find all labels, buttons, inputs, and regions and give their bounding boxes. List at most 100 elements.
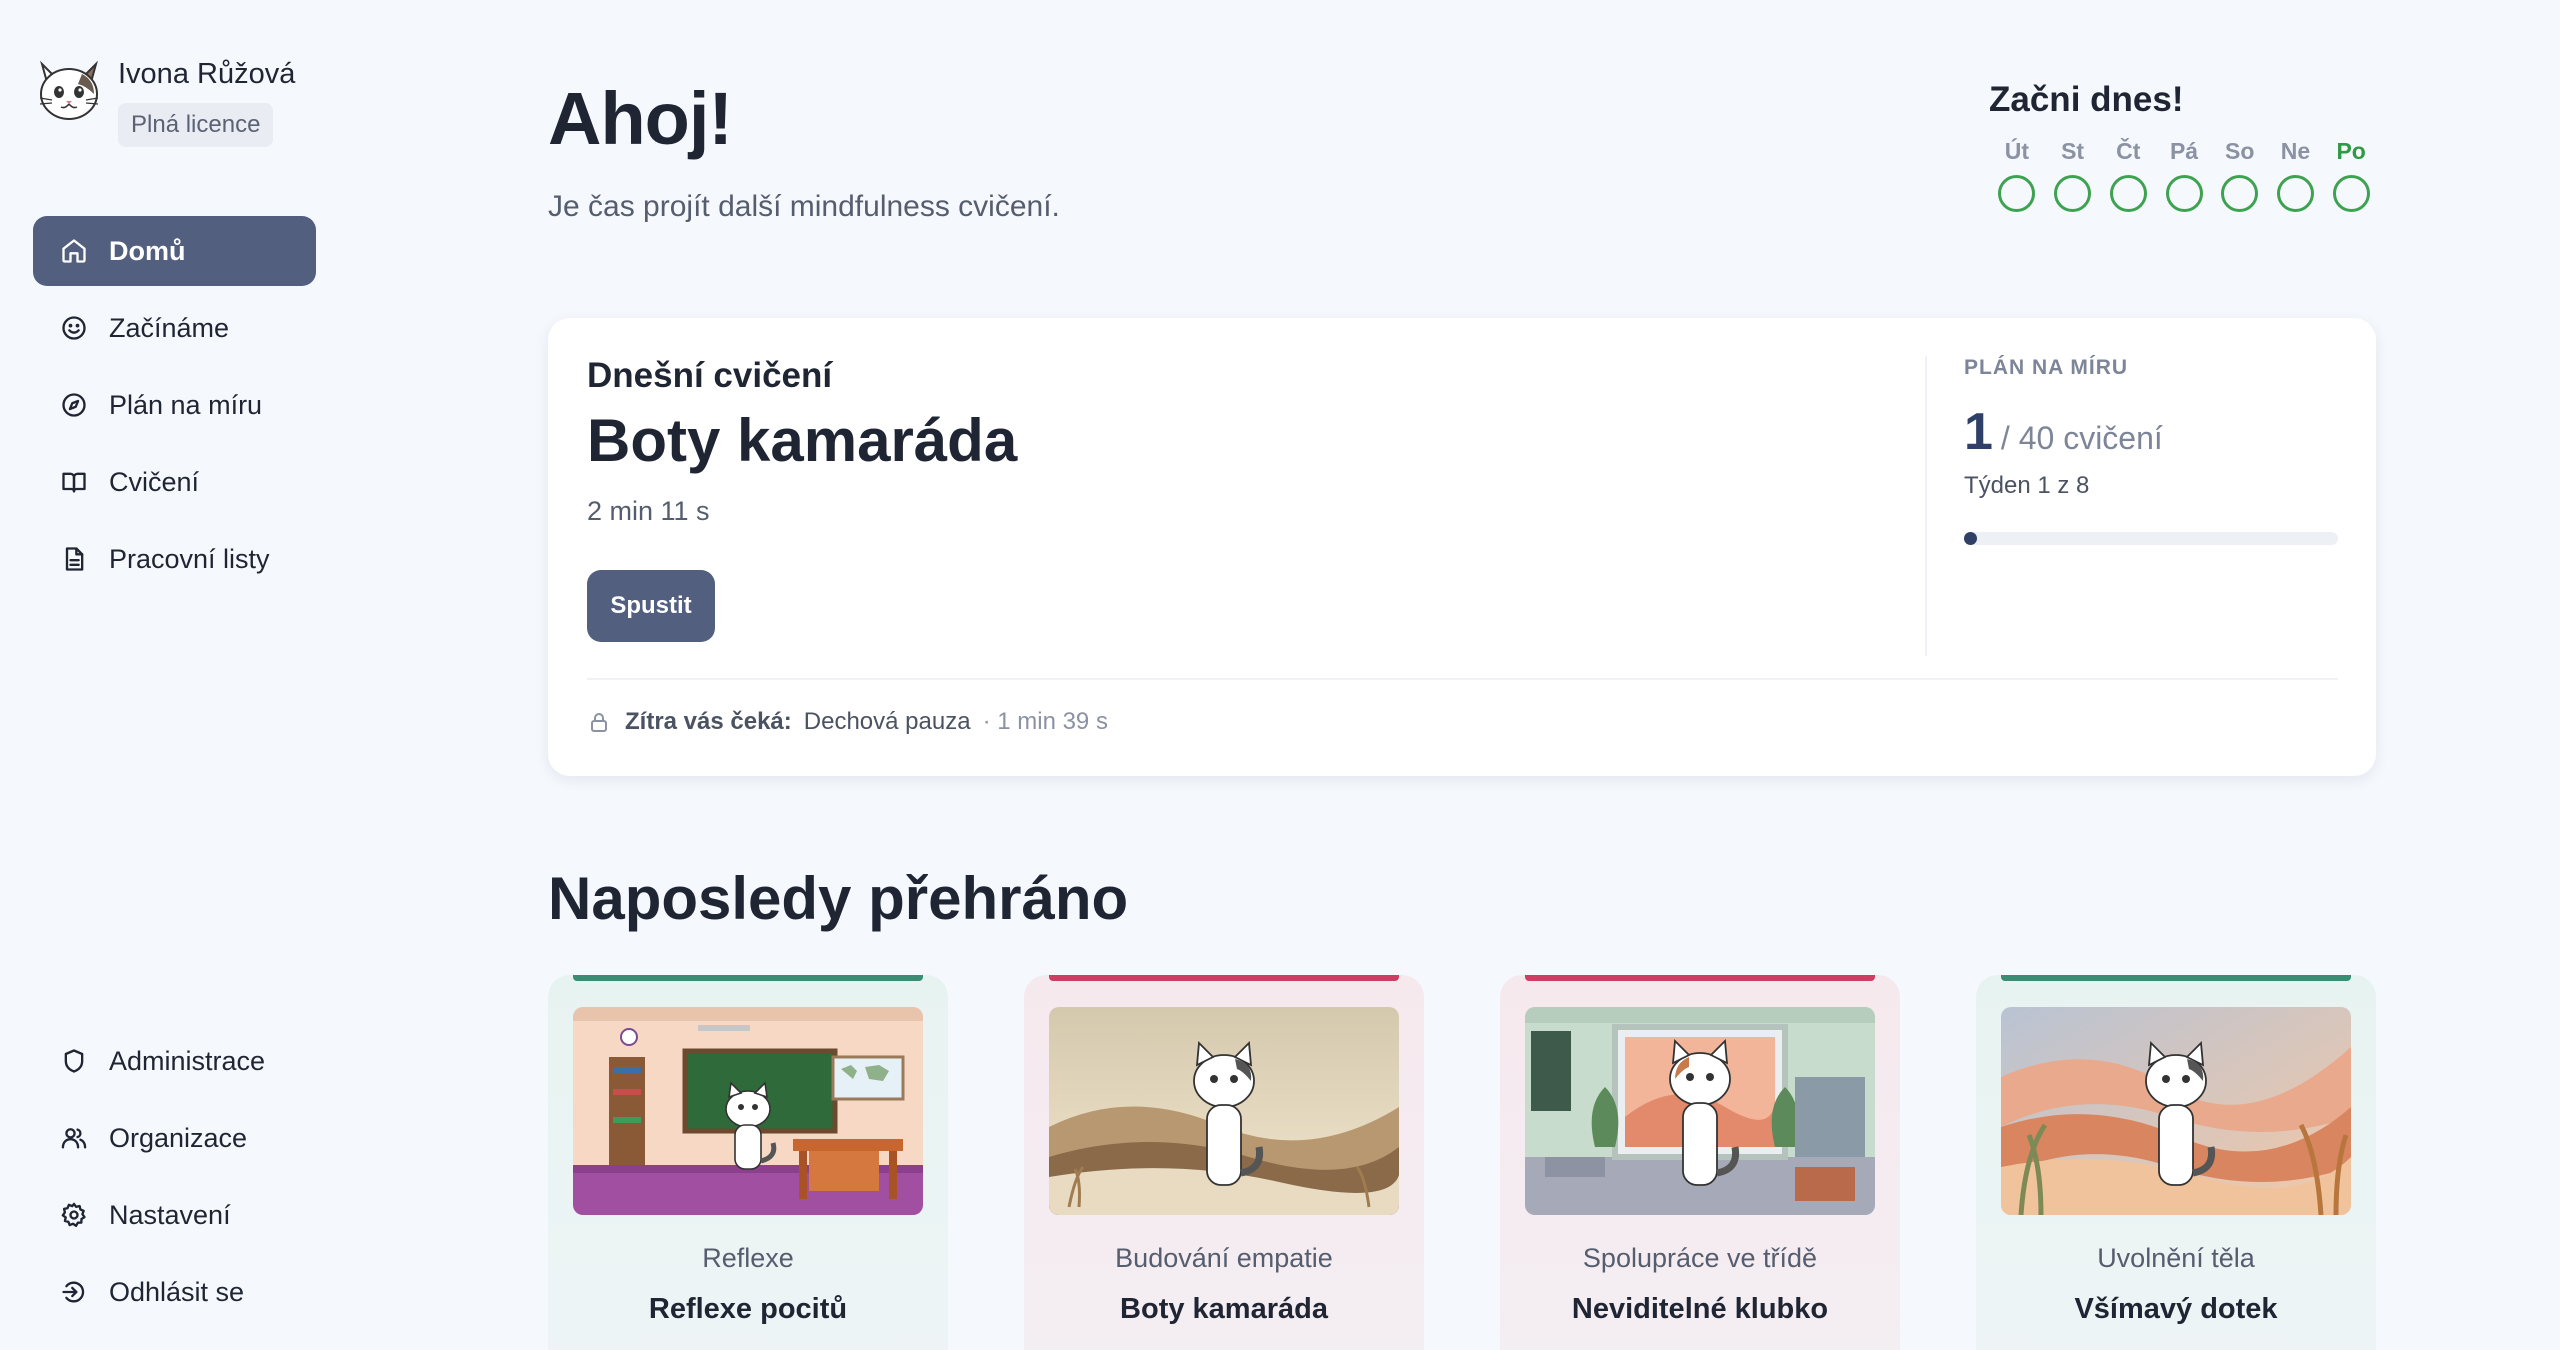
nav-label: Odhlásit se: [109, 1276, 245, 1307]
exercise-category: Uvolnění těla: [2097, 1243, 2255, 1273]
nav-item-organization[interactable]: Organizace: [33, 1103, 316, 1173]
exercise-name: Všímavý dotek: [2074, 1293, 2278, 1325]
today-label: Dnešní cvičení: [587, 356, 833, 395]
nav-label: Plán na míru: [109, 389, 263, 420]
day-label: Pá: [2169, 138, 2199, 164]
nav-label: Domů: [109, 235, 186, 266]
page-subtitle: Je čas projít další mindfulness cvičení.: [548, 190, 1060, 223]
streak-days: Út St Čt Pá So Ne Po: [1989, 138, 2379, 212]
nav-item-settings[interactable]: Nastavení: [33, 1180, 316, 1250]
page-title: Ahoj!: [548, 77, 733, 160]
day-label: Út: [2004, 138, 2029, 164]
exercise-card[interactable]: Reflexe Reflexe pocitů: [548, 975, 948, 1350]
plan-label: PLÁN NA MÍRU: [1964, 356, 2129, 379]
progress-fill: [1964, 532, 1977, 545]
streak-day: Út: [1989, 138, 2045, 212]
nav-label: Cvičení: [109, 466, 200, 497]
nav-item-logout[interactable]: Odhlásit se: [33, 1257, 316, 1327]
divider: [1925, 356, 1927, 656]
secondary-nav: Administrace Organizace Nastavení Odhlás…: [33, 1026, 316, 1334]
day-label: Ne: [2280, 138, 2311, 164]
play-button[interactable]: Spustit: [587, 570, 715, 642]
book-icon: [59, 467, 89, 497]
smile-icon: [59, 313, 89, 343]
nav-item-worksheets[interactable]: Pracovní listy: [33, 524, 316, 594]
exercise-thumbnail: [2001, 1007, 2351, 1215]
nav-item-administration[interactable]: Administrace: [33, 1026, 316, 1096]
day-indicator: [2221, 175, 2259, 212]
document-icon: [59, 544, 89, 574]
exercise-card[interactable]: Budování empatie Boty kamaráda: [1024, 975, 1424, 1350]
day-indicator: [2109, 175, 2147, 212]
plan-current: 1: [1964, 403, 1993, 461]
day-label: Čt: [2116, 138, 2141, 164]
day-label: Po: [2336, 138, 2366, 164]
tomorrow-title: Dechová pauza: [803, 708, 971, 735]
exercise-card[interactable]: Uvolnění těla Všímavý dotek: [1976, 975, 2376, 1350]
logout-icon: [59, 1277, 89, 1307]
exercise-category: Budování empatie: [1115, 1243, 1333, 1273]
users-icon: [59, 1123, 89, 1153]
plan-total: / 40 cvičení: [2000, 420, 2163, 456]
nav-item-exercises[interactable]: Cvičení: [33, 447, 316, 517]
exercise-thumbnail: [1525, 1007, 1875, 1215]
day-indicator: [2054, 175, 2092, 212]
exercise-name: Neviditelné klubko: [1571, 1293, 1829, 1325]
exercise-card[interactable]: Spolupráce ve třídě Neviditelné klubko: [1500, 975, 1900, 1350]
nav-label: Začínáme: [109, 312, 230, 343]
day-indicator: [2332, 175, 2370, 212]
gear-icon: [59, 1200, 89, 1230]
exercise-thumbnail: [573, 1007, 923, 1215]
exercise-name: Boty kamaráda: [1120, 1293, 1328, 1325]
category-accent: [573, 975, 923, 981]
plan-progress: PLÁN NA MÍRU 1 / 40 cvičení Týden 1 z 8: [1964, 356, 2338, 545]
user-profile[interactable]: Ivona Růžová Plná licence: [34, 56, 295, 147]
tomorrow-preview: Zítra vás čeká: Dechová pauza · 1 min 39…: [587, 708, 1108, 736]
category-accent: [1049, 975, 1399, 981]
license-badge: Plná licence: [118, 103, 274, 147]
divider: [587, 678, 2338, 680]
nav-item-custom-plan[interactable]: Plán na míru: [33, 370, 316, 440]
recent-list: Reflexe Reflexe pocitů Budování empatie …: [548, 975, 2378, 1350]
lock-icon: [591, 713, 607, 732]
streak-day: So: [2212, 138, 2268, 212]
section-title: Naposledy přehráno: [548, 865, 1129, 932]
day-indicator: [2276, 175, 2314, 212]
day-label: So: [2225, 138, 2255, 164]
tomorrow-label: Zítra vás čeká:: [625, 708, 792, 735]
nav-item-getting-started[interactable]: Začínáme: [33, 293, 316, 363]
nav-item-home[interactable]: Domů: [33, 216, 316, 286]
shield-icon: [59, 1046, 89, 1076]
exercise-thumbnail: [1049, 1007, 1399, 1215]
day-label: St: [2061, 138, 2085, 164]
home-icon: [59, 236, 89, 266]
streak-title: Začni dnes!: [1989, 80, 2184, 119]
streak-day: Ne: [2268, 138, 2324, 212]
exercise-category: Spolupráce ve třídě: [1582, 1243, 1818, 1273]
exercise-category: Reflexe: [702, 1243, 794, 1273]
progress-bar: [1964, 532, 2338, 545]
sidebar: Ivona Růžová Plná licence Domů Začínáme …: [0, 0, 340, 1350]
main-nav: Domů Začínáme Plán na míru Cvičení Praco…: [33, 216, 316, 601]
day-indicator: [2165, 175, 2203, 212]
today-exercise-card: Dnešní cvičení Boty kamaráda 2 min 11 s …: [548, 318, 2376, 776]
streak-day: St: [2045, 138, 2101, 212]
exercise-title: Boty kamaráda: [587, 407, 1018, 474]
nav-label: Organizace: [109, 1122, 248, 1153]
exercise-duration: 2 min 11 s: [587, 496, 710, 526]
streak-day: Čt: [2100, 138, 2156, 212]
nav-label: Administrace: [109, 1045, 266, 1076]
nav-label: Nastavení: [109, 1199, 231, 1230]
nav-label: Pracovní listy: [109, 543, 270, 574]
exercise-name: Reflexe pocitů: [648, 1293, 848, 1325]
plan-count: 1 / 40 cvičení: [1964, 402, 2338, 462]
category-accent: [1525, 975, 1875, 981]
cat-face-icon: [39, 60, 99, 120]
user-name: Ivona Růžová: [118, 58, 296, 90]
day-indicator: [1998, 175, 2036, 212]
streak-day-today: Po: [2323, 138, 2379, 212]
streak-day: Pá: [2156, 138, 2212, 212]
plan-week: Týden 1 z 8: [1964, 472, 2090, 499]
weekly-streak: Začni dnes! Út St Čt Pá So Ne Po: [1989, 80, 2379, 212]
category-accent: [2001, 975, 2351, 981]
